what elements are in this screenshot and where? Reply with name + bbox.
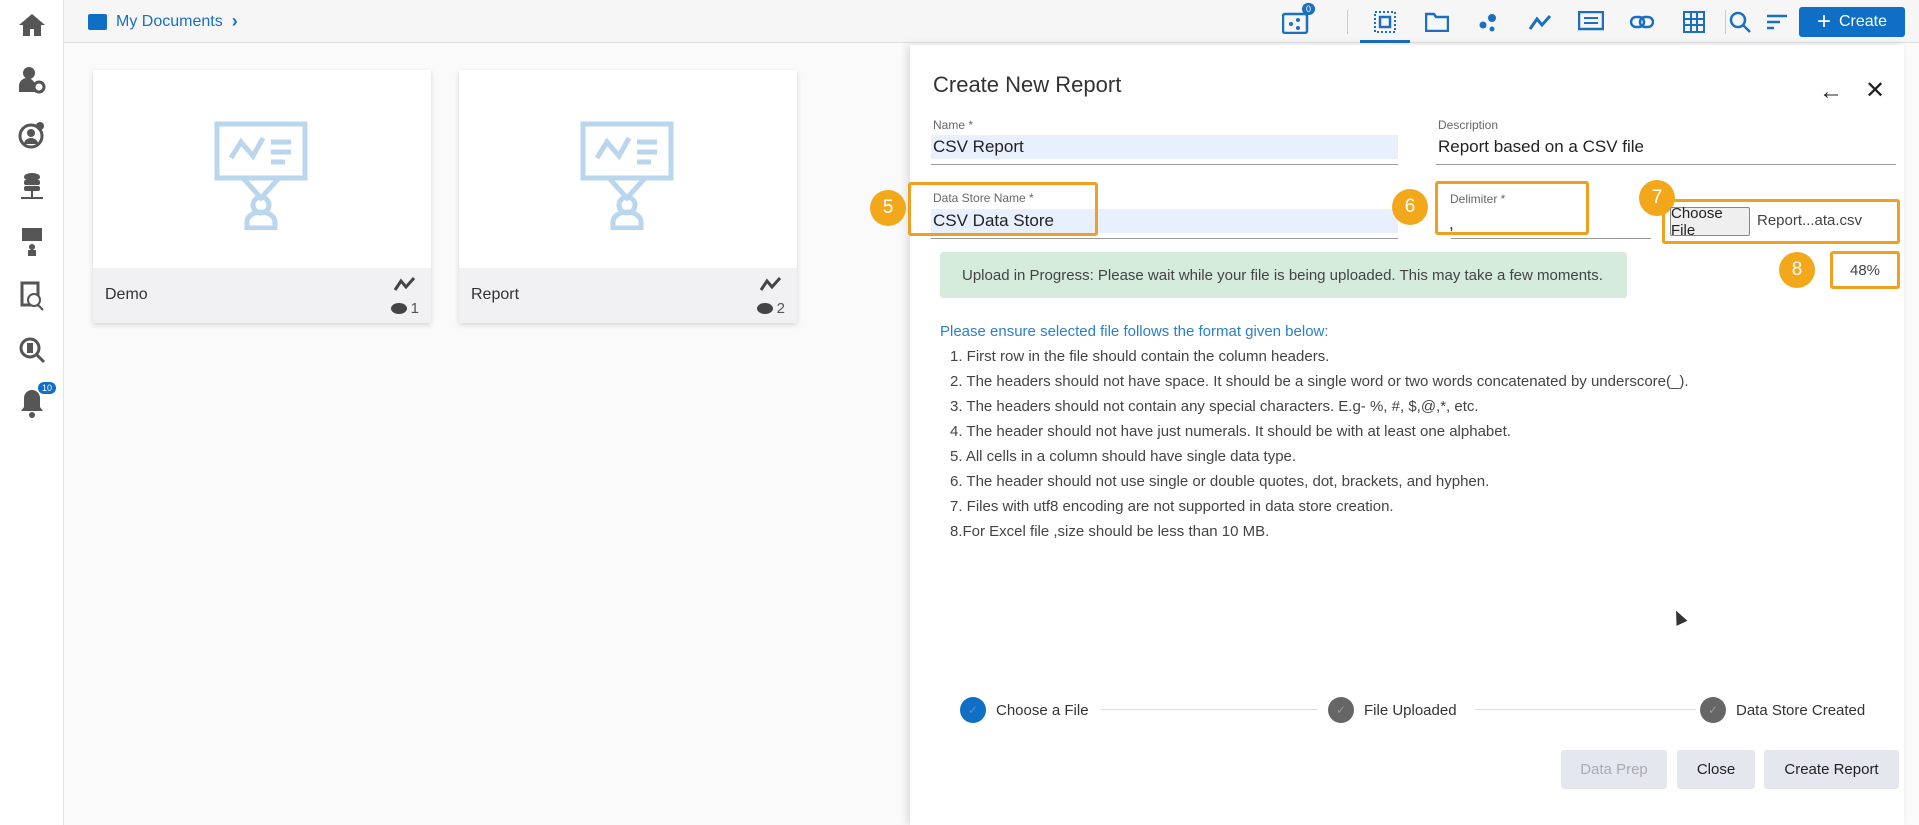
grid-icon[interactable] [1680, 8, 1708, 36]
shared-folder-icon[interactable]: 0 [1282, 3, 1316, 36]
user-settings-icon[interactable] [16, 64, 48, 96]
progress-text: 48% [1849, 261, 1881, 279]
create-label: Create [1838, 13, 1888, 30]
file-name: Report...ata.csv [1757, 212, 1863, 229]
scatter-icon[interactable] [1475, 8, 1503, 36]
choose-file-button[interactable]: Choose File [1670, 205, 1750, 239]
instruction-item: 5. All cells in a column should have sin… [950, 448, 1297, 465]
select-all-icon[interactable] [1371, 8, 1399, 36]
instruction-item: 7. Files with utf8 encoding are not supp… [950, 498, 1394, 515]
home-icon[interactable] [16, 9, 48, 41]
alert-text: Upload in Progress: Please wait while yo… [962, 266, 1603, 284]
report-thumbnail-icon [580, 121, 674, 230]
progress-percent: 48% [1830, 251, 1900, 289]
report-thumbnail-icon [214, 121, 308, 230]
notification-badge: 10 [38, 382, 57, 394]
annotation-badge: 6 [1392, 189, 1428, 225]
create-button[interactable]: + Create [1799, 7, 1905, 37]
data-search-icon[interactable] [16, 334, 48, 366]
check-icon: ✓ [960, 697, 986, 723]
story-icon[interactable] [1577, 8, 1605, 36]
search-icon[interactable] [1726, 8, 1754, 36]
close-button[interactable]: Close [1677, 750, 1755, 789]
annotation-badge: 5 [870, 190, 906, 226]
underline [1451, 238, 1651, 239]
line-chart-icon [393, 277, 416, 291]
instruction-item: 6. The header should not use single or d… [950, 473, 1490, 490]
check-icon: ✓ [1328, 697, 1354, 723]
step-label: Data Store Created [1736, 701, 1866, 719]
close-icon[interactable]: ✕ [1865, 76, 1885, 105]
create-report-button[interactable]: Create Report [1764, 750, 1899, 789]
card-title[interactable]: Report [471, 286, 519, 304]
name-input[interactable]: CSV Report [931, 135, 1398, 159]
link-icon[interactable] [1628, 8, 1656, 36]
underline [1436, 164, 1896, 165]
line-chart-icon[interactable] [1526, 8, 1554, 36]
bell-icon[interactable]: 10 [16, 382, 57, 419]
panel-title: Create New Report [933, 72, 1122, 97]
breadcrumb-my-documents[interactable]: My Documents [116, 13, 223, 31]
step-choose-file: ✓ Choose a File [960, 697, 1089, 723]
underline [931, 238, 1398, 239]
database-network-icon[interactable] [16, 171, 48, 203]
upload-alert: Upload in Progress: Please wait while yo… [940, 252, 1627, 298]
instruction-item: 1. First row in the file should contain … [950, 348, 1330, 365]
step-data-store-created: ✓ Data Store Created [1700, 697, 1865, 723]
share-badge: 0 [1302, 3, 1316, 15]
folder-icon [88, 13, 107, 30]
step-file-uploaded: ✓ File Uploaded [1328, 697, 1457, 723]
line-chart-icon [759, 277, 782, 291]
data-prep-button[interactable]: Data Prep [1561, 750, 1667, 789]
document-search-icon[interactable] [16, 280, 48, 312]
instruction-item: 2. The headers should not have space. It… [950, 373, 1689, 390]
step-connector [1475, 709, 1696, 710]
plus-icon: + [1816, 8, 1831, 35]
document-card[interactable]: Demo 1 [93, 70, 431, 323]
breadcrumb[interactable]: My Documents › [88, 11, 238, 32]
annotation-box-5 [908, 182, 1098, 236]
document-card[interactable]: Report 2 [459, 70, 797, 323]
eye-icon [756, 303, 773, 314]
top-bar: My Documents › 0 + Create [64, 0, 1919, 43]
eye-icon [390, 303, 407, 314]
annotation-badge: 8 [1779, 252, 1815, 288]
user-alert-icon[interactable] [16, 119, 48, 151]
view-count: 1 [410, 300, 419, 317]
annotation-box-6 [1435, 181, 1589, 235]
description-label: Description [1438, 118, 1499, 132]
step-label: Choose a File [996, 701, 1089, 719]
instruction-item: 4. The header should not have just numer… [950, 423, 1511, 440]
folder-icon[interactable] [1423, 8, 1451, 36]
underline [931, 164, 1398, 165]
back-arrow-icon[interactable]: ← [1819, 78, 1843, 106]
divider [1347, 10, 1348, 34]
step-label: File Uploaded [1364, 701, 1457, 719]
sidebar: 10 [0, 0, 64, 825]
instruction-item: 3. The headers should not contain any sp… [950, 398, 1479, 415]
instruction-item: 8.For Excel file ,size should be less th… [950, 523, 1270, 540]
chevron-right-icon: › [231, 11, 238, 31]
check-icon: ✓ [1700, 697, 1726, 723]
description-input[interactable]: Report based on a CSV file [1436, 135, 1896, 159]
sort-icon[interactable] [1763, 8, 1791, 36]
card-title[interactable]: Demo [105, 286, 148, 304]
step-connector [1101, 709, 1318, 710]
name-label: Name * [933, 118, 974, 132]
presentation-icon[interactable] [16, 226, 48, 258]
instructions-title: Please ensure selected file follows the … [940, 323, 1329, 340]
view-count: 2 [776, 300, 785, 317]
